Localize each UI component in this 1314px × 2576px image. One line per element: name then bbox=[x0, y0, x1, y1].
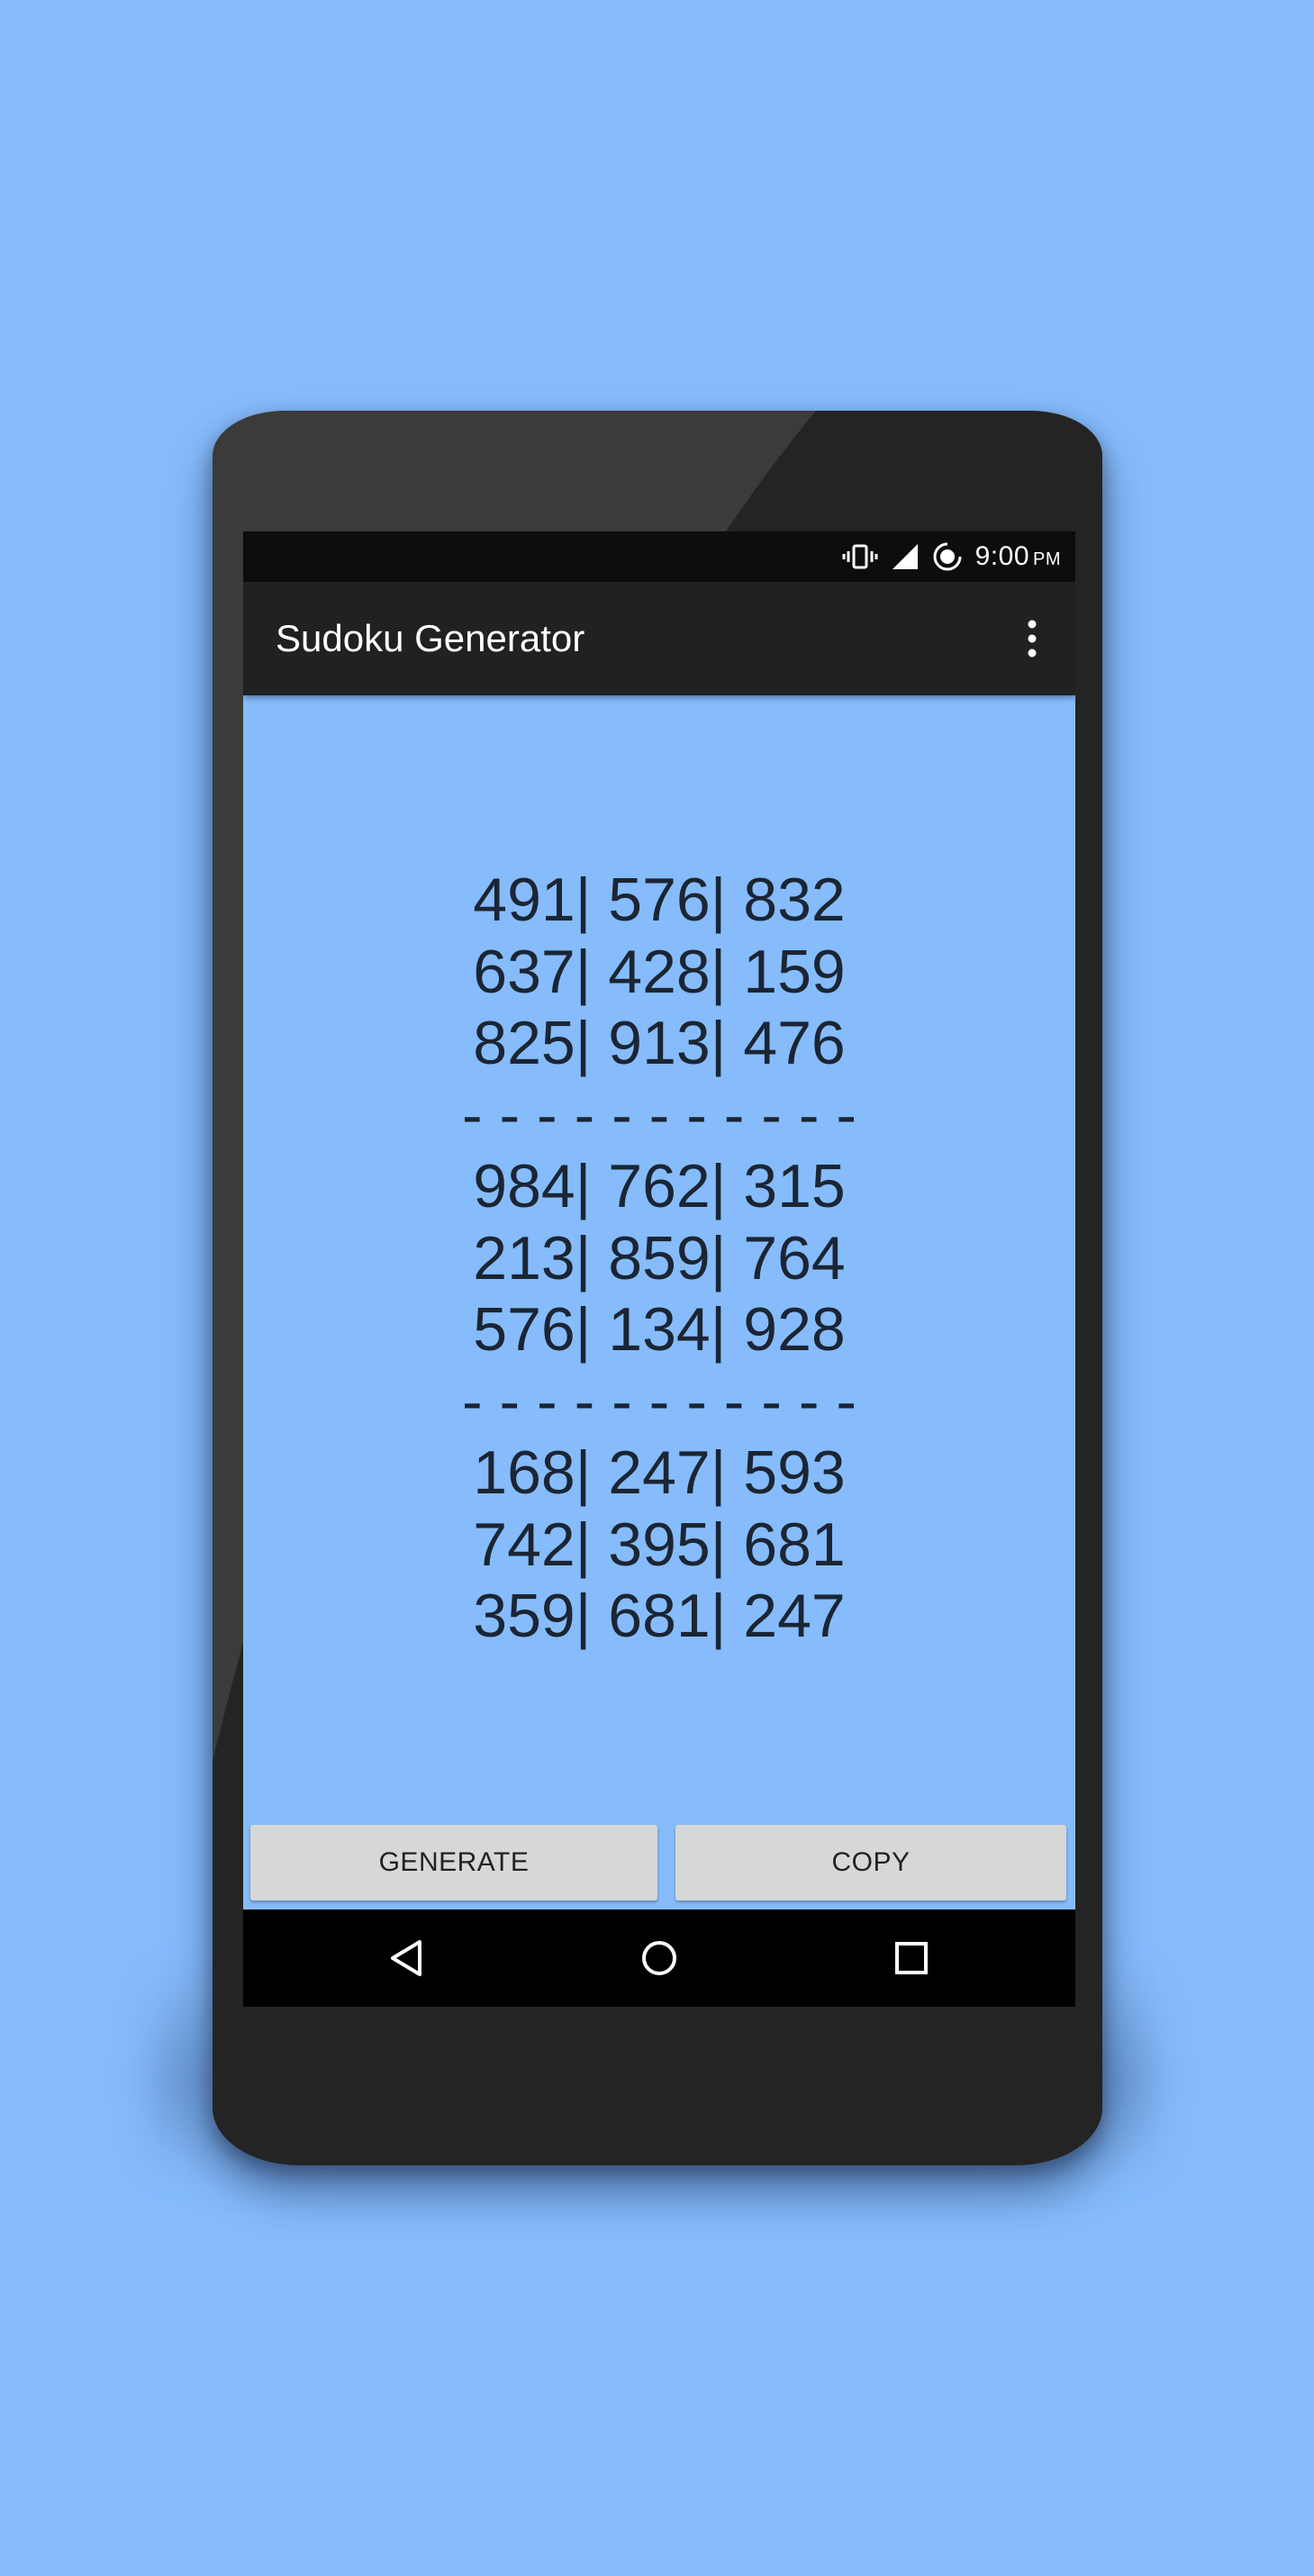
status-icons: 9:00 PM bbox=[842, 531, 1061, 582]
vibrate-icon bbox=[842, 543, 878, 570]
status-clock: 9:00 PM bbox=[975, 541, 1061, 572]
app-title: Sudoku Generator bbox=[276, 617, 585, 659]
sudoku-puzzle: 491| 576| 832 637| 428| 159 825| 913| 47… bbox=[243, 865, 1075, 1653]
generate-button[interactable]: GENERATE bbox=[250, 1825, 657, 1900]
signal-icon bbox=[891, 542, 920, 571]
puzzle-row: 637| 428| 159 bbox=[473, 937, 846, 1006]
clock-ampm: PM bbox=[1033, 549, 1061, 569]
app-bar: Sudoku Generator bbox=[243, 582, 1075, 695]
puzzle-row: 825| 913| 476 bbox=[473, 1009, 846, 1077]
back-icon bbox=[391, 1940, 421, 1976]
puzzle-row: 491| 576| 832 bbox=[473, 866, 846, 934]
puzzle-row: 213| 859| 764 bbox=[473, 1223, 846, 1293]
content-area: 491| 576| 832 637| 428| 159 825| 913| 47… bbox=[243, 695, 1075, 1866]
copy-button[interactable]: COPY bbox=[675, 1825, 1066, 1900]
overflow-menu-button[interactable] bbox=[1005, 612, 1059, 666]
recents-icon bbox=[895, 1942, 928, 1974]
puzzle-row: 168| 247| 593 bbox=[473, 1438, 846, 1507]
puzzle-row: 359| 681| 247 bbox=[473, 1582, 846, 1650]
puzzle-separator: - - - - - - - - - - - bbox=[461, 1080, 856, 1149]
clock-time: 9:00 bbox=[974, 541, 1029, 571]
device-screen: 9:00 PM Sudoku Generator 491| 576| 832 63… bbox=[243, 531, 1075, 2007]
puzzle-separator: - - - - - - - - - - - bbox=[461, 1366, 856, 1436]
button-row: GENERATE COPY bbox=[243, 1825, 1075, 1906]
back-button[interactable] bbox=[376, 1927, 438, 1989]
puzzle-row: 984| 762| 315 bbox=[473, 1152, 846, 1220]
puzzle-row: 576| 134| 928 bbox=[473, 1295, 846, 1364]
data-saver-icon bbox=[932, 541, 963, 572]
recents-button[interactable] bbox=[881, 1927, 942, 1989]
home-icon bbox=[642, 1941, 676, 1975]
home-button[interactable] bbox=[629, 1927, 690, 1989]
puzzle-row: 742| 395| 681 bbox=[473, 1510, 846, 1579]
overflow-menu-icon bbox=[1028, 620, 1037, 658]
status-bar: 9:00 PM bbox=[243, 531, 1075, 582]
navigation-bar bbox=[243, 1909, 1075, 2007]
